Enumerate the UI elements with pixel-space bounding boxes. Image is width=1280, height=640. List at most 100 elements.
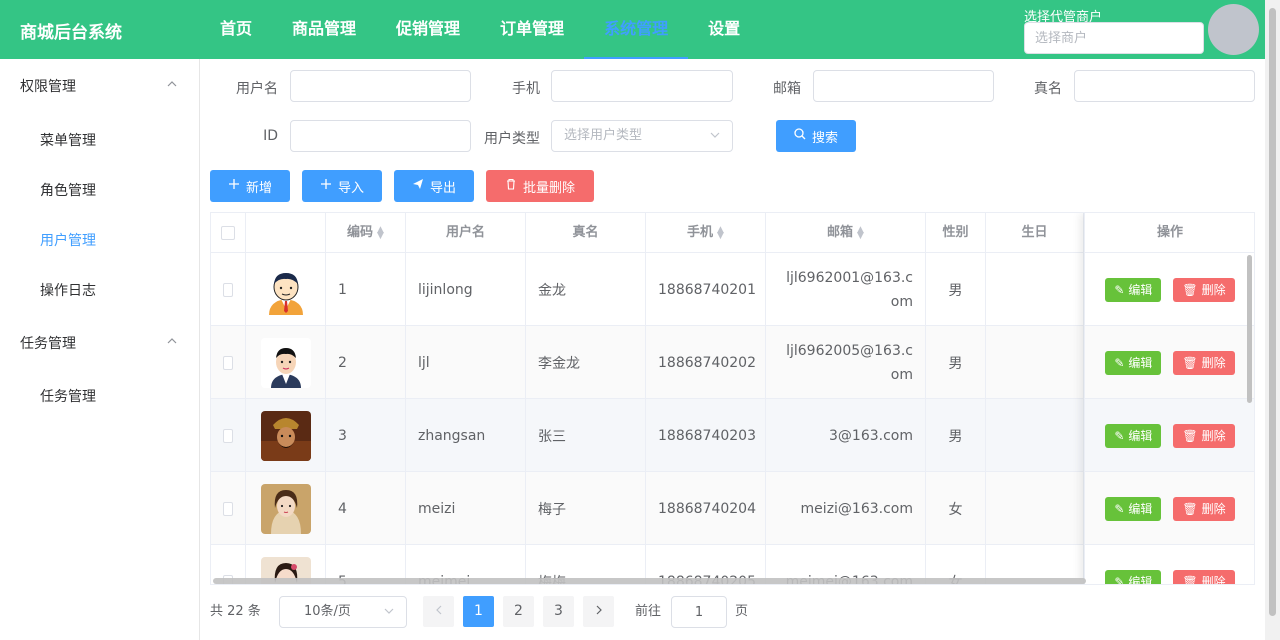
user-avatar[interactable] (1208, 4, 1259, 55)
cell-phone: 18868740201 (646, 253, 766, 326)
id-input[interactable] (290, 120, 471, 152)
user-avatar-image (260, 264, 311, 315)
nav-promotions[interactable]: 促销管理 (376, 0, 480, 59)
nav-settings[interactable]: 设置 (688, 0, 760, 59)
nav-orders[interactable]: 订单管理 (480, 0, 584, 59)
usertype-select[interactable]: 选择用户类型 (551, 120, 733, 152)
prev-page-button[interactable] (423, 596, 454, 627)
cell-username: meizi (406, 472, 526, 545)
user-avatar-image (260, 410, 311, 461)
nav-home[interactable]: 首页 (200, 0, 272, 59)
select-all-cell (211, 213, 246, 253)
batch-delete-label: 批量删除 (522, 180, 575, 196)
goto-page-input[interactable] (671, 596, 727, 628)
row-checkbox-cell (211, 472, 246, 545)
cell-id: 2 (326, 326, 406, 399)
row-checkbox[interactable] (223, 282, 233, 297)
page-scrollbar[interactable] (1265, 0, 1280, 640)
column-birthday-header: 生日 (986, 213, 1084, 253)
row-checkbox-cell (211, 399, 246, 472)
export-button-label: 导出 (429, 180, 456, 196)
avatar-cell (246, 326, 326, 399)
search-button[interactable]: 搜索 (776, 120, 856, 152)
next-page-button[interactable] (583, 596, 614, 627)
column-phone-label: 手机 (687, 225, 714, 240)
phone-input[interactable] (551, 70, 733, 102)
plus-icon (320, 178, 332, 194)
import-button[interactable]: 导入 (302, 170, 382, 202)
cell-phone: 18868740203 (646, 399, 766, 472)
nav-system[interactable]: 系统管理 (584, 0, 689, 59)
goto-prefix: 前往 (635, 604, 662, 619)
cell-username: zhangsan (406, 399, 526, 472)
chevron-down-icon (384, 597, 394, 627)
cell-realname: 李金龙 (526, 326, 646, 399)
add-button[interactable]: 新增 (210, 170, 290, 202)
merchant-select-input[interactable] (1024, 22, 1204, 54)
sort-icon[interactable]: ▲ ▼ (857, 225, 864, 240)
username-input[interactable] (290, 70, 471, 102)
batch-delete-button[interactable]: 批量删除 (486, 170, 594, 202)
page-2-button[interactable]: 2 (503, 596, 534, 627)
cell-gender: 男 (926, 253, 986, 326)
row-checkbox[interactable] (223, 355, 233, 370)
cell-phone: 18868740202 (646, 326, 766, 399)
user-avatar-image (260, 337, 311, 388)
sort-icon[interactable]: ▲ ▼ (717, 225, 724, 240)
cell-email: 3@163.com (766, 399, 926, 472)
usertype-placeholder: 选择用户类型 (564, 128, 643, 143)
column-email-header[interactable]: 邮箱 ▲ ▼ (766, 213, 926, 253)
username-label: 用户名 (236, 81, 278, 97)
cell-email: ljl6962005@163.com (766, 326, 926, 399)
row-checkbox-cell (211, 253, 246, 326)
add-button-label: 新增 (245, 180, 272, 196)
row-checkbox-cell (211, 326, 246, 399)
column-realname-header: 真名 (526, 213, 646, 253)
row-checkbox[interactable] (223, 428, 233, 443)
id-label: ID (263, 128, 278, 144)
row-checkbox[interactable] (223, 501, 233, 516)
column-id-header[interactable]: 编码 ▲ ▼ (326, 213, 406, 253)
fixed-actions-column (1084, 213, 1254, 584)
sidebar-item-users[interactable]: 用户管理 (0, 216, 199, 266)
cell-email: ljl6962001@163.com (766, 253, 926, 326)
column-gender-header: 性别 (926, 213, 986, 253)
sidebar-group-label: 权限管理 (20, 79, 76, 95)
realname-input[interactable] (1074, 70, 1255, 102)
cell-realname: 梅子 (526, 472, 646, 545)
column-phone-header[interactable]: 手机 ▲ ▼ (646, 213, 766, 253)
page-size-value: 10条/页 (304, 604, 351, 619)
page-scrollbar-thumb[interactable] (1269, 8, 1276, 616)
cell-gender: 男 (926, 326, 986, 399)
cell-email: meizi@163.com (766, 472, 926, 545)
sidebar-group-permissions[interactable]: 权限管理 (0, 59, 199, 115)
sidebar-group-tasks[interactable]: 任务管理 (0, 316, 199, 372)
sort-icon[interactable]: ▲ ▼ (377, 225, 384, 240)
cell-gender: 女 (926, 472, 986, 545)
table-horizontal-scrollbar[interactable] (213, 578, 1086, 584)
page-size-select[interactable]: 10条/页 (279, 596, 407, 628)
sidebar-item-menus[interactable]: 菜单管理 (0, 116, 199, 166)
top-header: 商城后台系统 首页 商品管理 促销管理 订单管理 系统管理 设置 选择代管商户 (0, 0, 1265, 59)
page-3-button[interactable]: 3 (543, 596, 574, 627)
cell-username: lijinlong (406, 253, 526, 326)
import-button-label: 导入 (337, 180, 364, 196)
sidebar-item-roles[interactable]: 角色管理 (0, 166, 199, 216)
search-icon (794, 128, 806, 144)
sidebar-item-logs[interactable]: 操作日志 (0, 266, 199, 316)
sidebar-item-tasks[interactable]: 任务管理 (0, 372, 199, 422)
email-input[interactable] (813, 70, 994, 102)
select-all-checkbox[interactable] (221, 226, 235, 240)
cell-id: 4 (326, 472, 406, 545)
trash-icon (505, 178, 517, 194)
avatar-cell (246, 472, 326, 545)
realname-label: 真名 (1034, 81, 1062, 97)
nav-products[interactable]: 商品管理 (272, 0, 376, 59)
export-button[interactable]: 导出 (394, 170, 474, 202)
page-1-button[interactable]: 1 (463, 596, 494, 627)
pagination-total: 共 22 条 (210, 604, 261, 619)
search-button-label: 搜索 (811, 130, 838, 146)
cell-realname: 金龙 (526, 253, 646, 326)
table-vertical-scrollbar[interactable] (1247, 255, 1252, 403)
chevron-up-icon (167, 316, 177, 372)
